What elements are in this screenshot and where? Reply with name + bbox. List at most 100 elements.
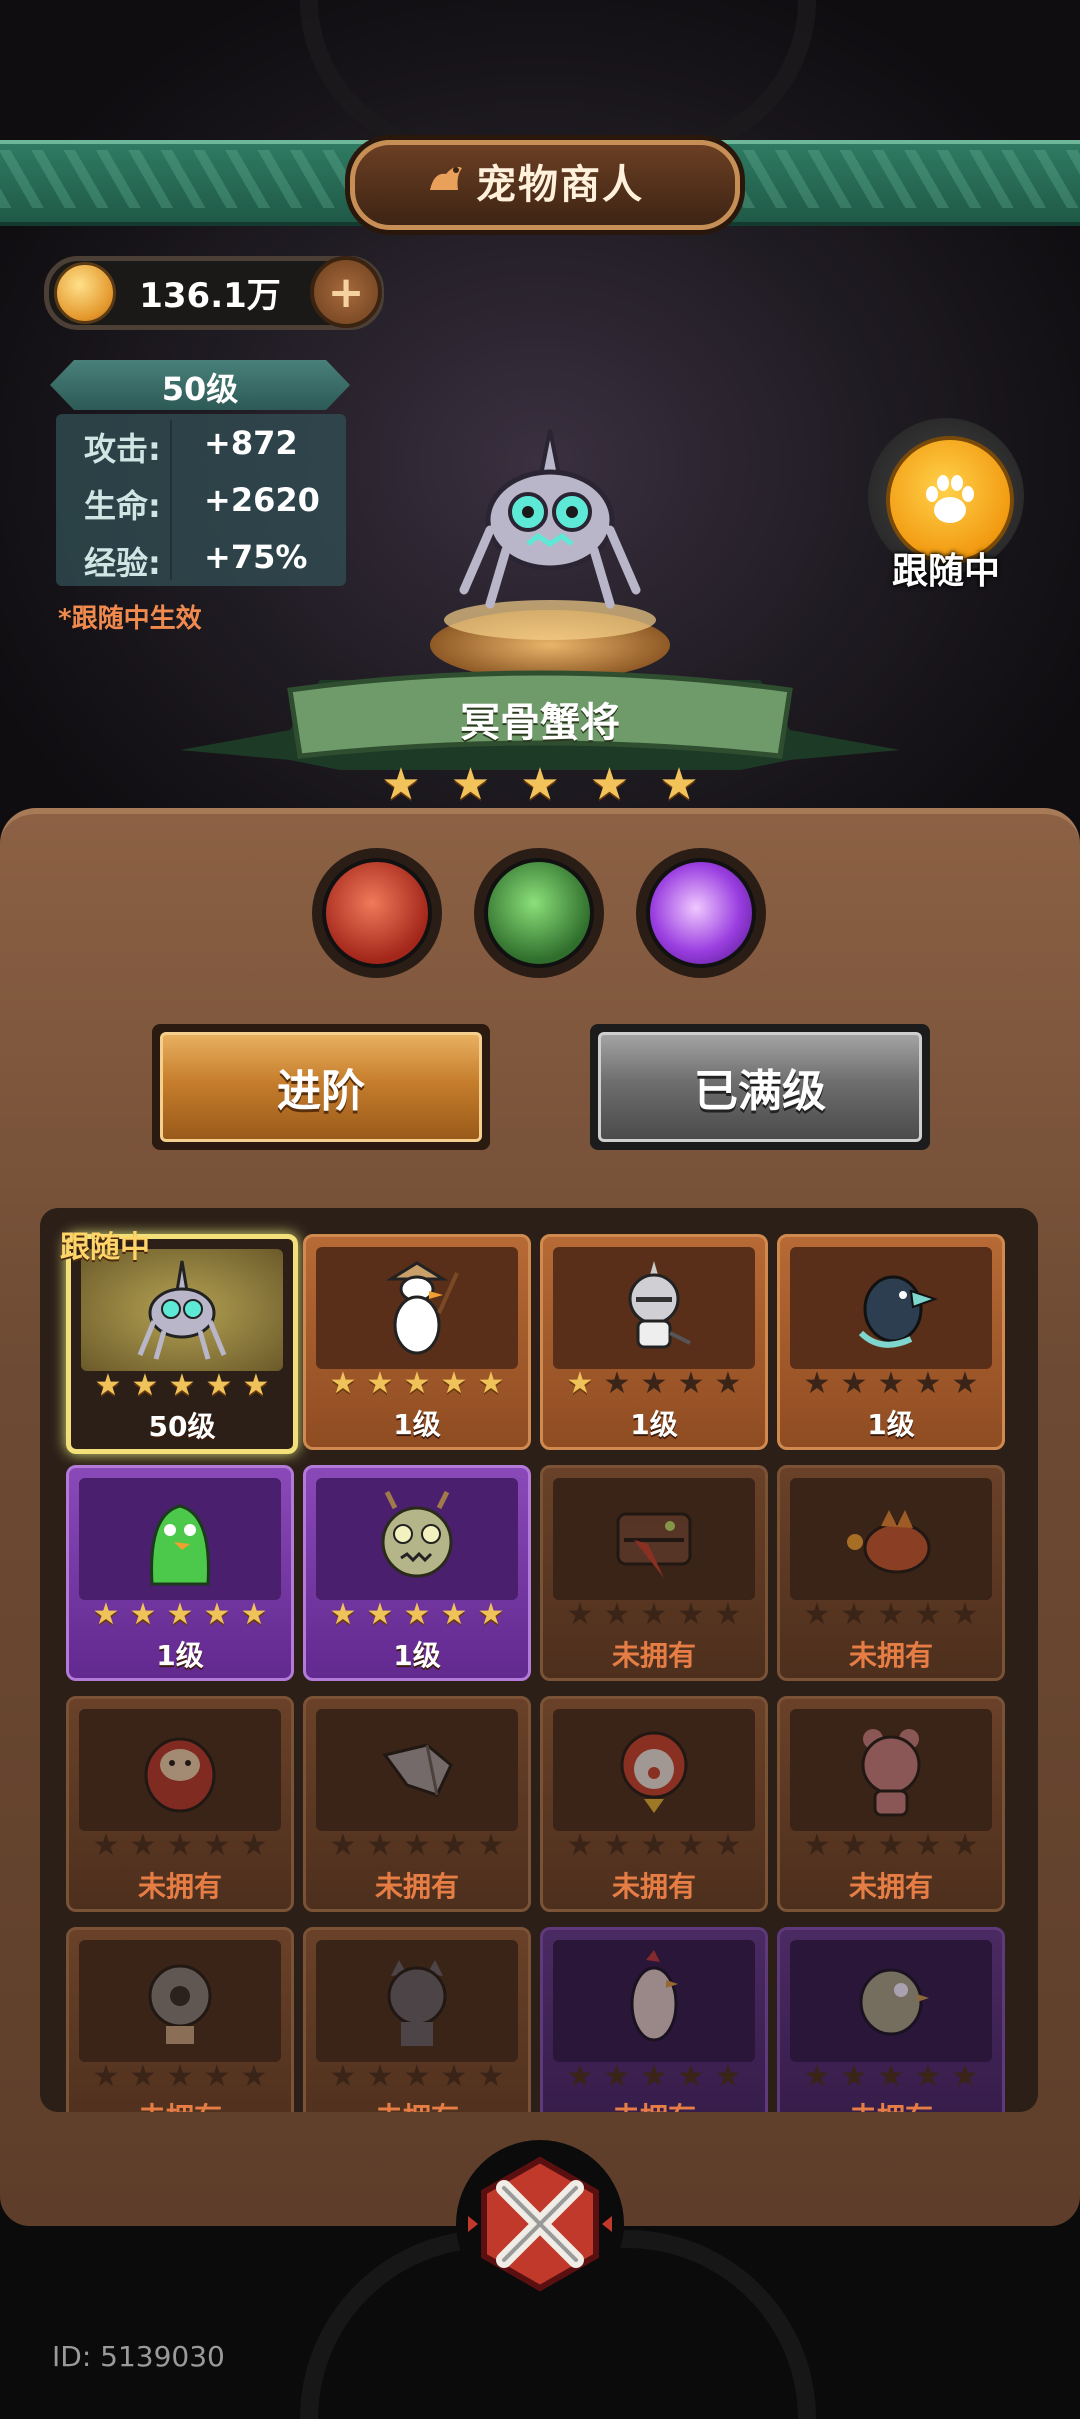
max-level-button[interactable]: 已满级 (590, 1024, 930, 1150)
card-status: 未拥有 (848, 1870, 933, 1903)
card-status: 未拥有 (137, 1870, 222, 1903)
card-status: 未拥有 (780, 2096, 1002, 2112)
pet-card[interactable]: ★★★★★ 未拥有 (777, 1927, 1005, 2112)
user-id: ID: 5139030 (52, 2340, 225, 2373)
daruma-icon (144, 1737, 216, 1813)
zombie-bird-icon (859, 1968, 929, 2036)
card-status: 未拥有 (374, 1870, 459, 1903)
close-button[interactable] (468, 2152, 612, 2296)
pet-star-rating: ★ ★ ★ ★ ★ (380, 759, 700, 814)
card-status: 未拥有 (306, 2096, 528, 2112)
card-stars: ★ ★ ★ ★ ★ (566, 2059, 742, 2094)
crow-knight-icon (858, 1275, 939, 1348)
pet-card[interactable]: ★★★★★ 未拥有 (303, 1696, 531, 1912)
round-robot-icon (148, 1964, 212, 2044)
pet-card[interactable]: ★★★★★ 未拥有 (303, 1927, 531, 2112)
pet-card[interactable]: ★★★★★ 未拥有 (777, 1696, 1005, 1912)
straw-hat-duck-icon (385, 1261, 459, 1355)
star-icon: ★ (520, 759, 560, 810)
stat-value: +75% (204, 538, 308, 576)
star-icon: ★ (589, 759, 630, 810)
skill-slot-2[interactable] (474, 848, 604, 978)
stat-label: 生命: (84, 487, 161, 525)
card-status: 未拥有 (611, 1870, 696, 1903)
card-status: 未拥有 (543, 2096, 765, 2112)
clown-bird-icon (620, 1731, 688, 1813)
pet-level: 50级 (161, 370, 239, 408)
card-stars: ★ ★ ★ ★ ★ (566, 1366, 742, 1401)
advance-button-label: 进阶 (160, 1032, 482, 1142)
gold-coin-icon (54, 262, 116, 324)
pet-name: 冥骨蟹将 (460, 700, 620, 746)
card-stars: ★ ★ ★ ★ ★ (92, 1597, 268, 1632)
add-coins-button[interactable]: + (310, 256, 382, 328)
top-ornament (300, 0, 816, 158)
green-blob-icon (150, 1504, 210, 1586)
card-stars: ★ ★ ★ ★ ★ (329, 2059, 505, 2094)
skill-slot-3[interactable] (636, 848, 766, 978)
card-status: 未拥有 (69, 2096, 291, 2112)
pet-card[interactable]: ★★★★★ 未拥有 (540, 1465, 768, 1681)
plus-icon: + (327, 266, 365, 318)
star-icon: ★ (381, 759, 421, 810)
pet-card[interactable]: ★★★★★ 未拥有 (66, 1696, 294, 1912)
card-stars: ★ ★ ★ ★ ★ (329, 1828, 505, 1863)
stat-row-hp: 生命: +2620 (56, 473, 346, 527)
rooster-icon (630, 1950, 678, 2042)
stat-value: +2620 (204, 481, 320, 519)
pet-card[interactable]: ★★★★★ 未拥有 (777, 1465, 1005, 1681)
stat-row-exp: 经验: +75% (56, 530, 346, 584)
pink-bear-icon (861, 1729, 921, 1817)
star-icon: ★ (450, 759, 491, 810)
coin-amount: 136.1万 (139, 276, 281, 316)
card-level: 1级 (867, 1408, 915, 1441)
paw-icon (926, 475, 974, 523)
crab-general-icon (137, 1260, 227, 1360)
card-level: 1级 (630, 1408, 678, 1441)
card-stars: ★ ★ ★ ★ ★ (329, 1597, 505, 1632)
card-stars: ★ ★ ★ ★ ★ (566, 1597, 742, 1632)
purple-chat-icon (646, 858, 756, 968)
pet-card[interactable]: ★ ★ ★ ★ ★ 1级 (777, 1234, 1005, 1450)
follow-note: *跟随中生效 (58, 604, 202, 634)
pet-card[interactable]: ★ ★ ★ ★ ★ 1级 (540, 1234, 768, 1450)
card-status: 未拥有 (848, 1639, 933, 1672)
following-tag: 跟随中 (60, 1230, 150, 1265)
card-stars: ★ ★ ★ ★ ★ (566, 1828, 742, 1863)
pet-card[interactable]: ★ ★ ★ ★ ★ 1级 (303, 1465, 531, 1681)
follow-status-label: 跟随中 (891, 551, 1000, 592)
green-claw-icon (484, 858, 594, 968)
card-stars: ★ ★ ★ ★ ★ (94, 1368, 270, 1403)
card-level: 1级 (156, 1639, 204, 1672)
pet-card[interactable]: ★ ★ ★ ★ ★ 50级 (66, 1234, 298, 1454)
antler-skull-icon (381, 1490, 453, 1578)
card-level: 1级 (393, 1408, 441, 1441)
skill-slot-1[interactable] (312, 848, 442, 978)
card-stars: ★ ★ ★ ★ ★ (92, 1828, 268, 1863)
stat-label: 攻击: (84, 430, 161, 468)
card-stars: ★ ★ ★ ★ ★ (329, 1366, 505, 1401)
gauntlet-icon (382, 1743, 453, 1797)
pet-card[interactable]: ★★★★★ 未拥有 (540, 1696, 768, 1912)
pet-card[interactable]: ★★★★★ 未拥有 (540, 1927, 768, 2112)
crab-general-pet (459, 429, 641, 609)
pet-card[interactable]: ★ ★ ★ ★ ★ 1级 (303, 1234, 531, 1450)
pet-grid[interactable]: ★ ★ ★ ★ ★ 50级 ★ ★ ★ ★ ★ 1级 ★ ★ ★ ★ ★ 1级 ★ ★ ★ ★ ★ 1级 ★ ★ ★… (40, 1208, 1038, 2112)
star-icon: ★ (659, 759, 699, 810)
pet-card[interactable]: ★★★★★ 未拥有 (66, 1927, 294, 2112)
card-stars: ★ ★ ★ ★ ★ (803, 1597, 979, 1632)
stat-row-attack: 攻击: +872 (56, 416, 346, 470)
card-stars: ★ ★ ★ ★ ★ (803, 1828, 979, 1863)
fire-fist-icon (322, 858, 432, 968)
card-level: 1级 (393, 1639, 441, 1672)
card-status: 未拥有 (611, 1639, 696, 1672)
card-level: 50级 (148, 1410, 216, 1443)
max-level-button-label: 已满级 (598, 1032, 922, 1142)
advance-button[interactable]: 进阶 (152, 1024, 490, 1150)
fire-dragon-icon (847, 1510, 931, 1574)
helmet-knight-icon (628, 1261, 691, 1349)
card-stars: ★ ★ ★ ★ ★ (92, 2059, 268, 2094)
grey-cat-icon (387, 1960, 447, 2046)
pet-card[interactable]: ★ ★ ★ ★ ★ 1级 (66, 1465, 294, 1681)
card-stars: ★ ★ ★ ★ ★ (803, 1366, 979, 1401)
